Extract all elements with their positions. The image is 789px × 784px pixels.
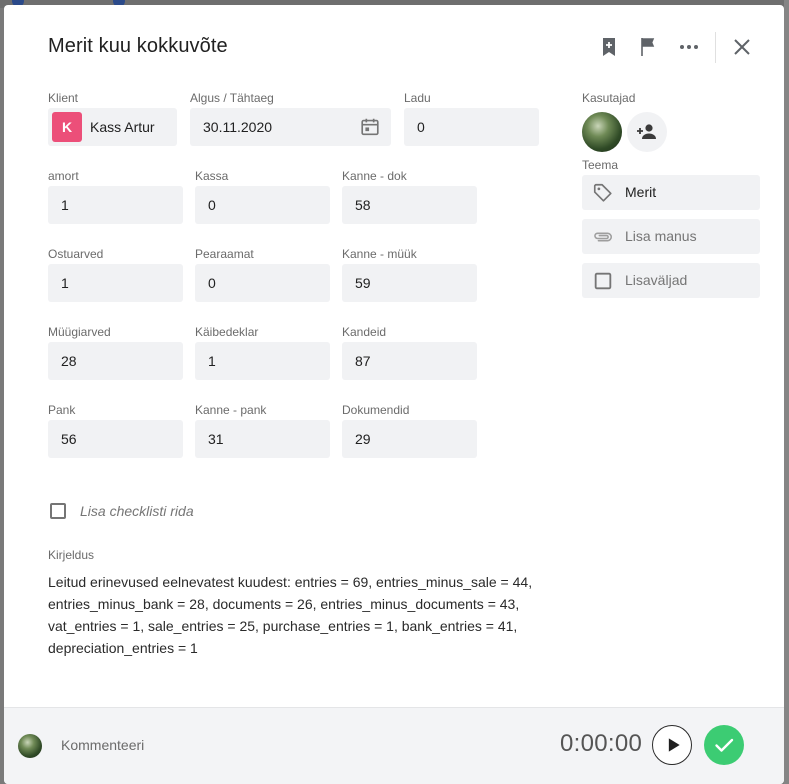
kanne-dok-field[interactable]: 58 [342,186,477,224]
bookmark-add-icon[interactable] [597,35,621,59]
kanne-myyk-field[interactable]: 59 [342,264,477,302]
description-text[interactable]: Leitud erinevused eelnevatest kuudest: e… [48,571,538,659]
ostuarved-field[interactable]: 1 [48,264,183,302]
kassa-label: Kassa [195,169,229,183]
myygiarved-field[interactable]: 28 [48,342,183,380]
kassa-field[interactable]: 0 [195,186,330,224]
kandeid-field[interactable]: 87 [342,342,477,380]
comment-footer: Kommenteeri 0:00:00 [4,707,784,784]
checklist-placeholder[interactable]: Lisa checklisti rida [80,503,194,519]
tag-icon [593,183,612,202]
amort-field[interactable]: 1 [48,186,183,224]
kanne-pank-field[interactable]: 31 [195,420,330,458]
checklist-checkbox[interactable] [50,503,66,519]
task-dialog: Merit kuu kokkuvõte Klient K Kass Artur … [4,5,784,784]
flag-icon[interactable] [637,35,661,59]
calendar-icon[interactable] [359,116,381,138]
ostuarved-label: Ostuarved [48,247,104,261]
amort-label: amort [48,169,79,183]
client-avatar: K [52,112,82,142]
complete-button[interactable] [704,725,744,765]
ladu-field[interactable]: 0 [404,108,539,146]
date-field[interactable]: 30.11.2020 [190,108,391,146]
paperclip-icon [594,232,613,242]
client-label: Klient [48,91,79,105]
add-attachment-label: Lisa manus [625,228,697,244]
extra-fields-button[interactable]: Lisaväljad [582,263,760,298]
date-value: 30.11.2020 [203,119,273,135]
start-timer-button[interactable] [652,725,692,765]
current-user-avatar [18,734,42,758]
add-attachment-button[interactable]: Lisa manus [582,219,760,254]
person-add-icon [637,124,656,139]
client-name: Kass Artur [90,119,155,135]
check-icon [715,738,734,752]
date-label: Algus / Tähtaeg [190,91,274,105]
client-field[interactable]: K Kass Artur [48,108,177,146]
extra-fields-label: Lisaväljad [625,272,688,288]
kanne-dok-label: Kanne - dok [342,169,407,183]
pank-label: Pank [48,403,76,417]
play-icon [668,738,680,752]
close-icon[interactable] [730,35,754,59]
add-user-button[interactable] [627,112,667,152]
theme-label: Teema [582,158,619,172]
backdrop-side [784,0,789,784]
theme-selector[interactable]: Merit [582,175,760,210]
checkbox-icon [594,272,612,290]
kandeid-label: Kandeid [342,325,387,339]
pearaamat-field[interactable]: 0 [195,264,330,302]
myygiarved-label: Müügiarved [48,325,111,339]
dokumendid-field[interactable]: 29 [342,420,477,458]
users-label: Kasutajad [582,91,636,105]
kaibedeklar-label: Käibedeklar [195,325,259,339]
dialog-title: Merit kuu kokkuvõte [48,35,228,57]
header-divider [715,32,716,63]
dokumendid-label: Dokumendid [342,403,410,417]
description-label: Kirjeldus [48,548,95,562]
comment-input[interactable]: Kommenteeri [61,737,144,753]
timer-display: 0:00:00 [560,730,643,757]
ladu-label: Ladu [404,91,431,105]
pank-field[interactable]: 56 [48,420,183,458]
user-avatar[interactable] [582,112,622,152]
kanne-myyk-label: Kanne - müük [342,247,417,261]
kaibedeklar-field[interactable]: 1 [195,342,330,380]
kanne-pank-label: Kanne - pank [195,403,267,417]
pearaamat-label: Pearaamat [195,247,254,261]
more-icon[interactable] [677,35,701,59]
theme-value: Merit [625,184,657,200]
